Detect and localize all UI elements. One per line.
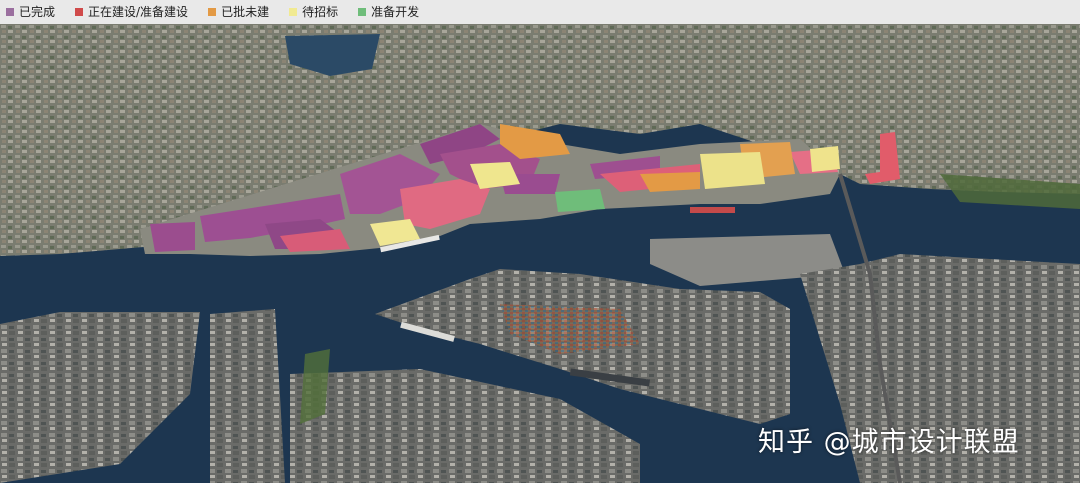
- zone-completed-west: [150, 222, 195, 252]
- zone-approved-3: [640, 172, 700, 192]
- zone-prepare-1: [555, 189, 605, 212]
- legend-swatch-prepare: [358, 8, 367, 16]
- port-pier-1: [210, 309, 285, 483]
- legend-item-approved: 已批未建: [208, 6, 269, 18]
- legend-label-tender: 待招标: [302, 5, 339, 19]
- ship-2: [690, 207, 735, 213]
- legend-item-under-construction: 正在建设/准备建设: [75, 6, 188, 18]
- legend-swatch-completed: [6, 8, 14, 16]
- legend-label-under-construction: 正在建设/准备建设: [88, 5, 189, 19]
- legend-label-prepare: 准备开发: [371, 5, 420, 19]
- watermark: 知乎 @城市设计联盟: [758, 427, 1020, 458]
- legend-label-completed: 已完成: [19, 5, 56, 19]
- legend-item-tender: 待招标: [289, 6, 338, 18]
- legend-swatch-under-construction: [75, 8, 84, 16]
- legend-swatch-approved: [208, 8, 217, 16]
- legend-swatch-tender: [289, 8, 298, 16]
- aerial-map: [0, 24, 1080, 483]
- legend-label-approved: 已批未建: [221, 5, 270, 19]
- map-view: 已完成 正在建设/准备建设 已批未建 待招标 准备开发 知乎 @城市设计联盟: [0, 0, 1080, 483]
- legend-item-prepare: 准备开发: [358, 6, 419, 18]
- legend: 已完成 正在建设/准备建设 已批未建 待招标 准备开发: [0, 0, 1080, 24]
- legend-item-completed: 已完成: [6, 6, 55, 18]
- zone-tender-4: [810, 146, 840, 172]
- zone-tender-3: [700, 152, 765, 189]
